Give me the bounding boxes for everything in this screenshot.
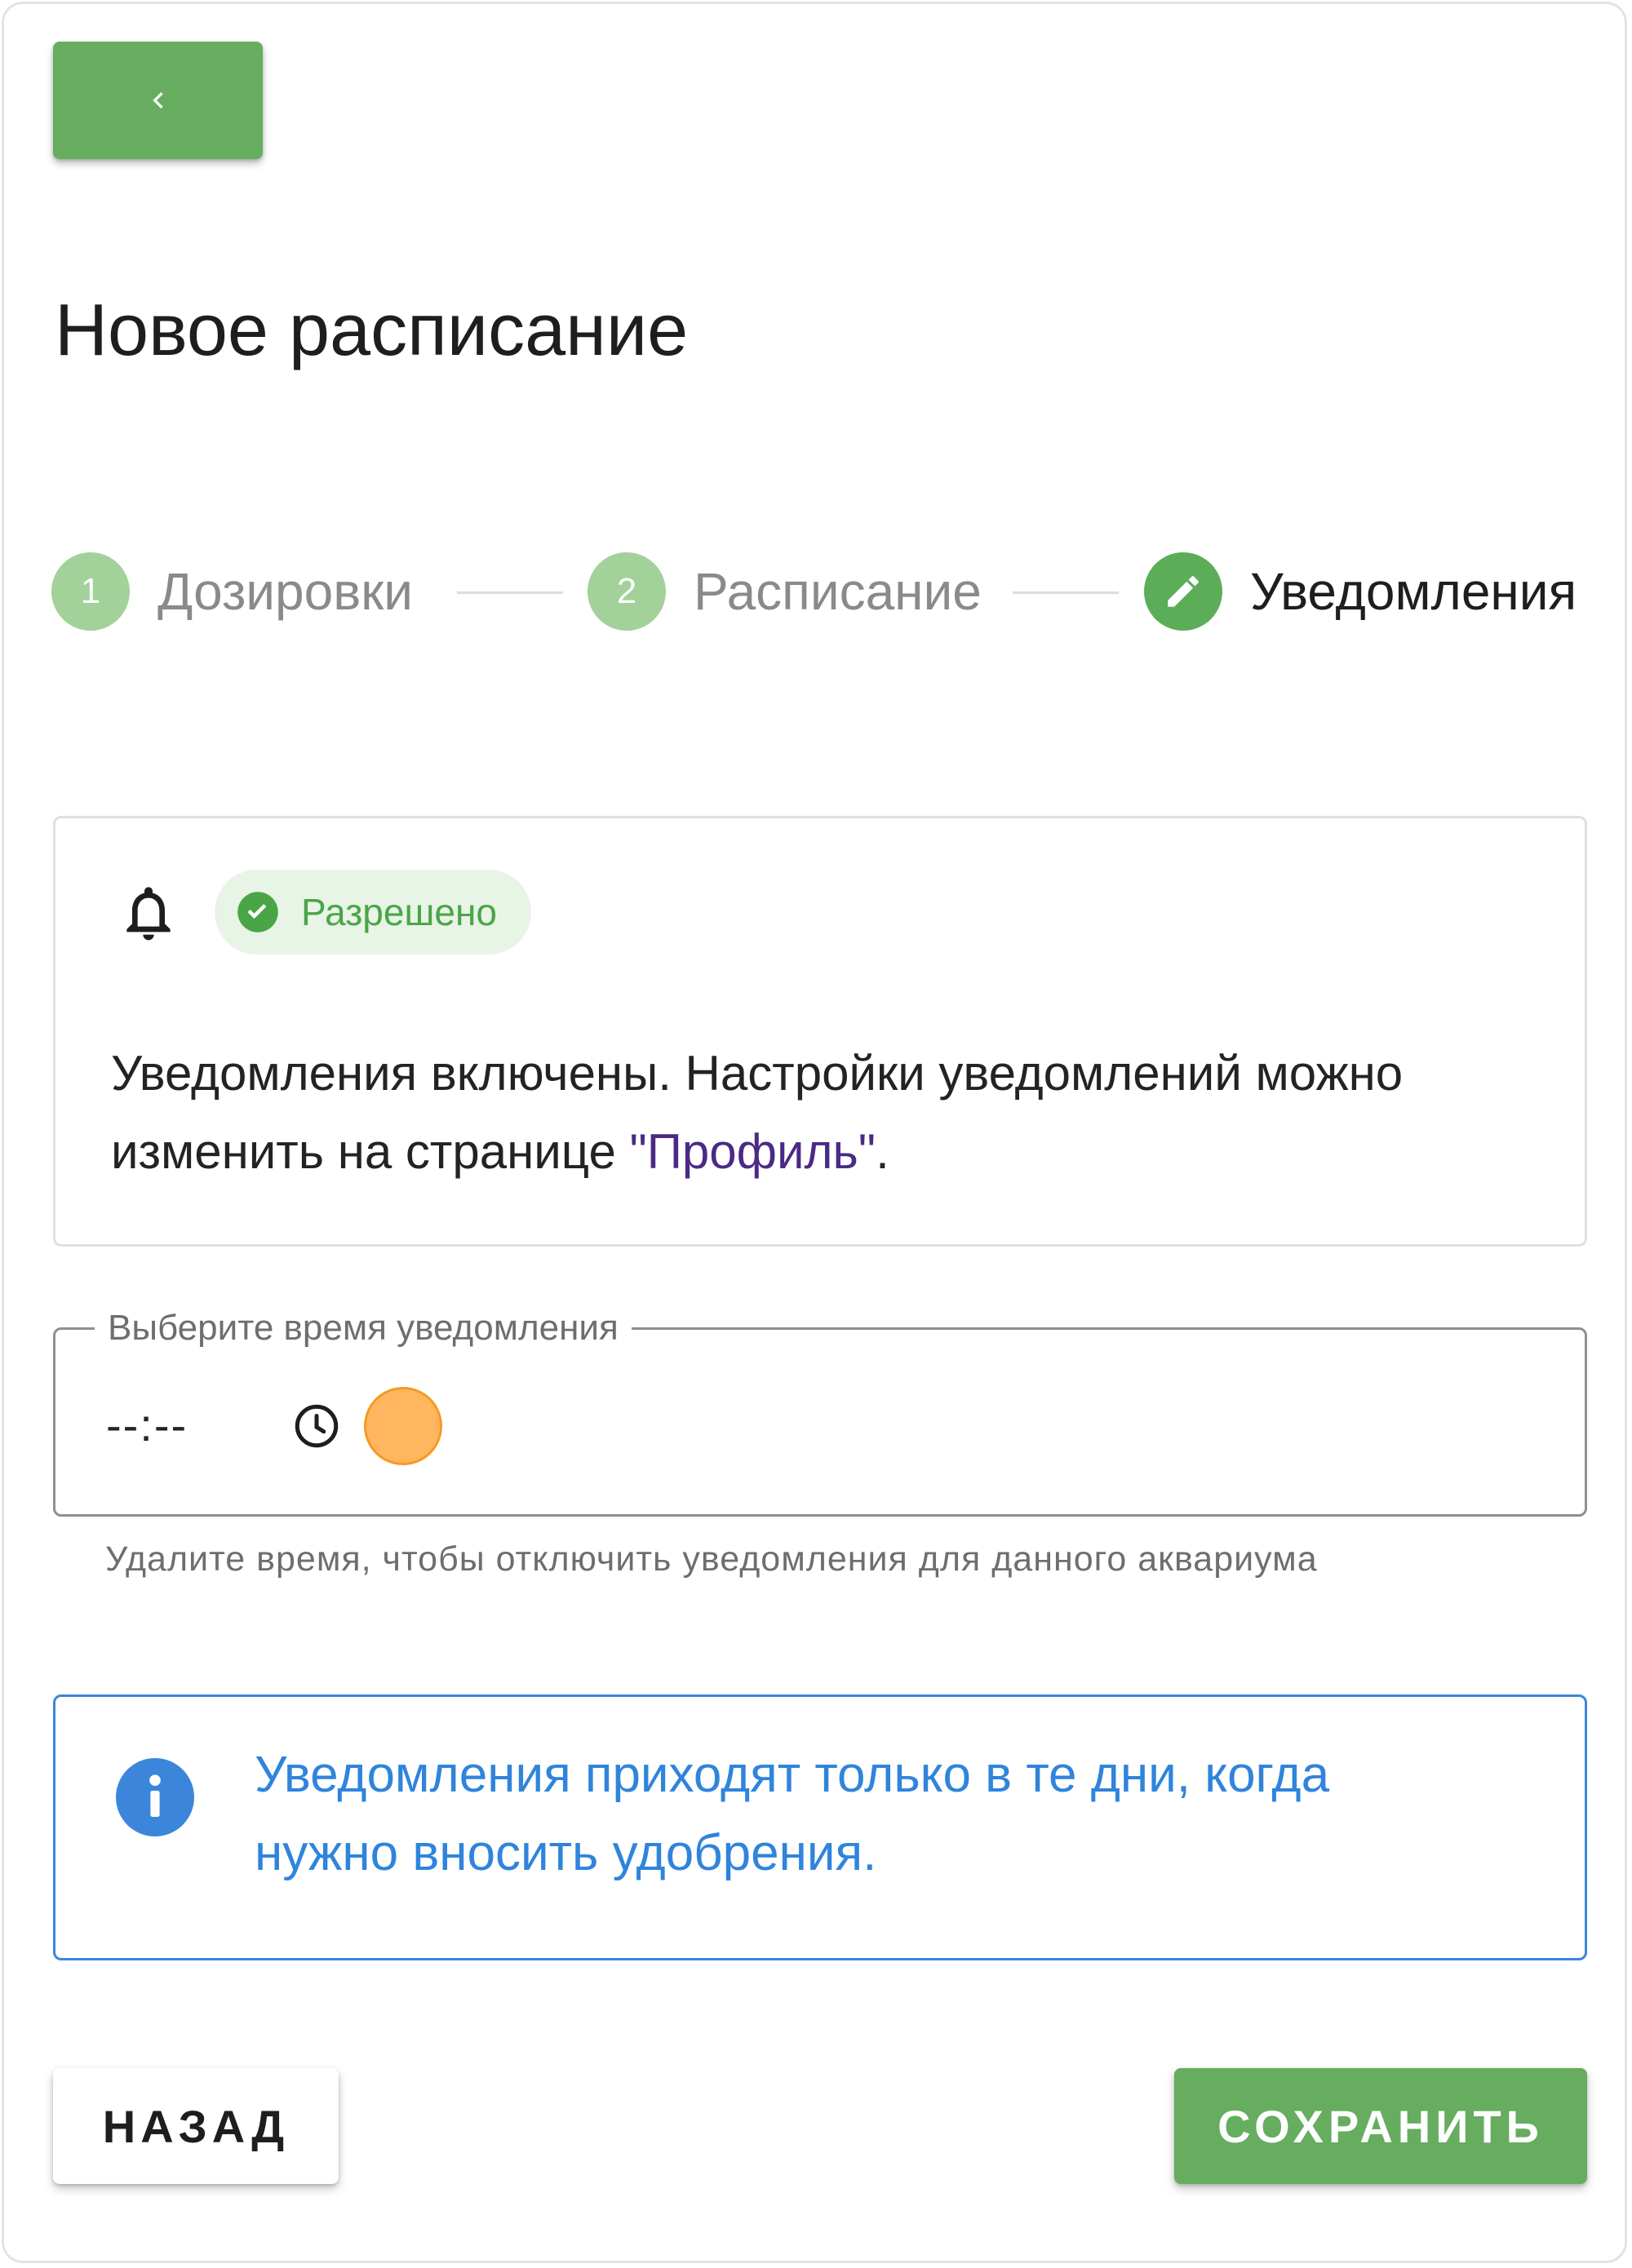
page-title: Новое расписание	[55, 290, 689, 371]
status-badge-label: Разрешено	[301, 891, 497, 933]
step-connector	[1013, 591, 1119, 594]
time-field-label: Выберите время уведомления	[95, 1304, 632, 1353]
pencil-icon	[1168, 576, 1199, 607]
chevron-left-icon	[152, 92, 163, 109]
step-label: Уведомления	[1250, 562, 1577, 621]
profile-link[interactable]: "Профиль"	[629, 1124, 876, 1179]
status-description: Уведомления включены. Настройки уведомле…	[111, 1034, 1498, 1191]
status-text-end: .	[876, 1124, 889, 1179]
status-badge: Разрешено	[215, 870, 531, 955]
step-number: 1	[51, 552, 130, 631]
info-alert-text: Уведомления приходят только в те дни, ко…	[255, 1747, 1330, 1881]
step-number: 2	[588, 552, 666, 631]
notification-time-field[interactable]: Выберите время уведомления --:--	[53, 1304, 1587, 1517]
page-container: Новое расписание 1 Дозировки 2 Расписани…	[2, 2, 1627, 2263]
time-input[interactable]: --:--	[106, 1398, 188, 1451]
info-icon	[116, 1758, 194, 1836]
clock-icon[interactable]	[292, 1402, 341, 1451]
header-back-button[interactable]	[53, 42, 263, 159]
info-alert: Уведомления приходят только в те дни, ко…	[53, 1694, 1587, 1960]
back-button[interactable]: НАЗАД	[53, 2068, 339, 2184]
step-connector	[457, 591, 563, 594]
step-active-indicator	[1144, 552, 1222, 631]
time-field-helper: Удалите время, чтобы отключить уведомлен…	[105, 1539, 1318, 1579]
bell-icon	[126, 887, 171, 941]
step-label: Расписание	[694, 562, 982, 621]
step-label: Дозировки	[157, 562, 413, 621]
step-dosages[interactable]: 1 Дозировки	[51, 552, 413, 631]
step-schedule[interactable]: 2 Расписание	[588, 552, 982, 631]
step-notifications[interactable]: Уведомления	[1144, 552, 1577, 631]
check-circle-icon	[237, 892, 278, 932]
pointer-indicator	[364, 1387, 442, 1465]
notification-status-card: Разрешено Уведомления включены. Настройк…	[53, 816, 1587, 1247]
save-button[interactable]: СОХРАНИТЬ	[1174, 2068, 1587, 2184]
